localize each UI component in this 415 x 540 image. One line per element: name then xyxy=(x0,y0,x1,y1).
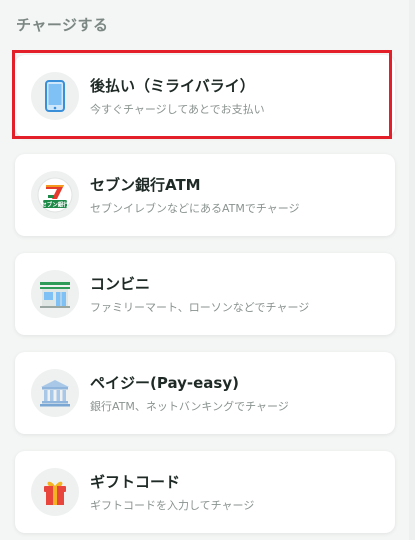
scrollbar[interactable] xyxy=(409,0,415,540)
charge-method-title: セブン銀行ATM xyxy=(90,176,201,194)
seven-bank-logo-text: セブン銀行 xyxy=(41,201,69,209)
convenience-store-icon xyxy=(31,270,79,318)
charge-method-description: セブンイレブンなどにあるATMでチャージ xyxy=(90,202,300,215)
charge-method-convenience-store[interactable]: コンビニ ファミリーマート、ローソンなどでチャージ xyxy=(15,253,395,335)
charge-method-gift-code[interactable]: ギフトコード ギフトコードを入力してチャージ xyxy=(15,451,395,533)
charge-method-title: 後払い（ミライバライ） xyxy=(90,77,255,95)
charge-method-pay-easy[interactable]: ペイジー(Pay-easy) 銀行ATM、ネットバンキングでチャージ xyxy=(15,352,395,434)
charge-method-deferred-payment[interactable]: 後払い（ミライバライ） 今すぐチャージしてあとでお支払い xyxy=(15,55,395,137)
charge-method-seven-bank-atm[interactable]: セブン銀行 セブン銀行ATM セブンイレブンなどにあるATMでチャージ xyxy=(15,154,395,236)
charge-method-description: ギフトコードを入力してチャージ xyxy=(90,499,255,512)
charge-method-description: 今すぐチャージしてあとでお支払い xyxy=(90,103,265,116)
charge-method-title: ギフトコード xyxy=(90,473,181,491)
section-title: チャージする xyxy=(16,16,109,34)
charge-method-title: ペイジー(Pay-easy) xyxy=(90,374,239,392)
charge-method-title: コンビニ xyxy=(90,275,151,293)
bank-icon xyxy=(31,369,79,417)
gift-icon xyxy=(31,468,79,516)
charge-method-description: 銀行ATM、ネットバンキングでチャージ xyxy=(90,400,289,413)
smartphone-icon xyxy=(31,72,79,120)
charge-method-description: ファミリーマート、ローソンなどでチャージ xyxy=(90,301,310,314)
seven-bank-logo-icon: セブン銀行 xyxy=(31,171,79,219)
